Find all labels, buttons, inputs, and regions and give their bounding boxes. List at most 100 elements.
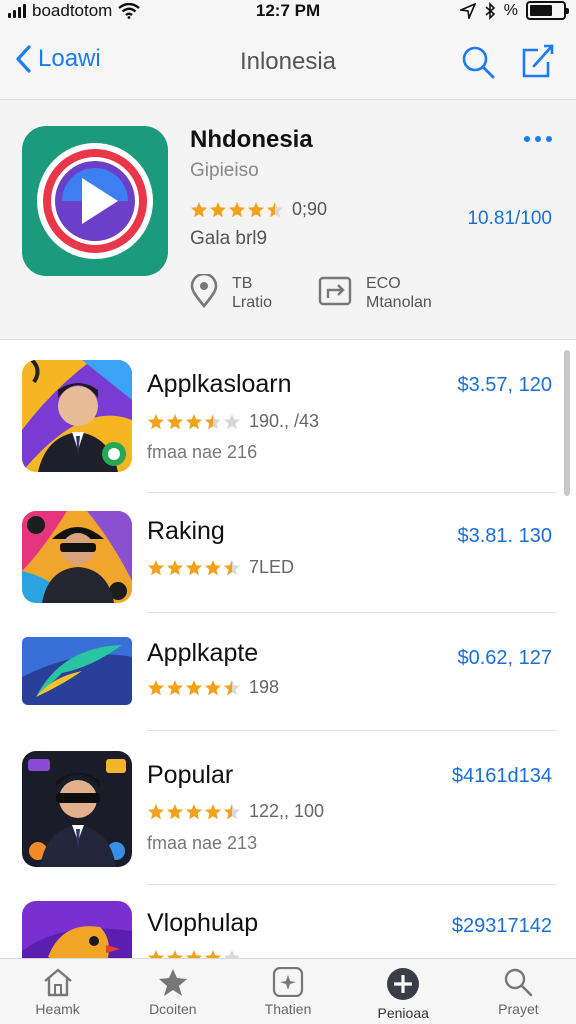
portrait-dark-app-icon[interactable]	[22, 751, 132, 867]
star-icon	[210, 201, 226, 217]
sunglasses-app-icon[interactable]	[22, 511, 132, 603]
star-icon	[186, 950, 202, 958]
app-price[interactable]: $3.57, 120	[457, 374, 552, 397]
tab-label: Prayet	[498, 1001, 539, 1017]
app-rating	[147, 949, 241, 958]
more-dot-icon	[524, 136, 530, 142]
star-icon	[148, 950, 164, 958]
portrait-app-icon[interactable]	[22, 360, 132, 472]
location-pin-icon	[190, 274, 218, 308]
plus-circle-icon	[387, 968, 420, 1000]
star-icon	[167, 803, 183, 819]
info-item-location[interactable]: TB Lratio	[190, 274, 272, 312]
status-bar: boadtotom 12:7 PM %	[0, 0, 576, 24]
search-icon	[462, 46, 495, 79]
star-icon	[205, 413, 221, 429]
star-icon	[148, 413, 164, 429]
star-icon	[205, 559, 221, 575]
star-icon	[224, 803, 240, 819]
tab-label: Thatien	[264, 1001, 312, 1017]
star-icon	[224, 413, 240, 429]
star-icon	[205, 950, 221, 958]
featured-price[interactable]: 10.81/100	[467, 208, 552, 230]
list-item[interactable]: Vlophulap $29317142	[0, 885, 576, 958]
info-line2: Lratio	[232, 294, 273, 311]
status-right: %	[459, 1, 569, 20]
rating-count: 198	[249, 677, 280, 697]
star-icon	[267, 201, 283, 217]
app-name: Vlophulap	[147, 909, 259, 937]
list-item[interactable]: Popular 122,, 100 fmaa nae 213 $4161d134	[0, 731, 576, 885]
star-icon	[224, 950, 240, 958]
star-icon	[186, 803, 202, 819]
more-dot-icon	[535, 136, 541, 142]
search-icon	[505, 968, 533, 997]
star-icon	[167, 559, 183, 575]
tab-home[interactable]: Heamk	[0, 959, 115, 1024]
list-item[interactable]: Applkasloarn 190., /43 fmaa nae 216 $3.5…	[0, 340, 576, 493]
compose-icon	[522, 44, 554, 78]
star-icon	[186, 413, 202, 429]
search-button[interactable]	[460, 44, 496, 85]
bird-app-icon[interactable]	[22, 901, 132, 958]
tab-bar: Heamk Dcoiten Thatien Penioaa Prayet	[0, 958, 576, 1024]
swoosh-app-icon[interactable]	[22, 637, 132, 705]
battery-icon	[526, 1, 569, 20]
app-rating: 198	[147, 677, 279, 698]
featured-app-subtitle: Gipieiso	[190, 160, 259, 181]
percent-glyph: %	[503, 1, 518, 19]
compose-button[interactable]	[518, 42, 556, 85]
featured-app-icon[interactable]	[22, 126, 168, 276]
tab-label: Heamk	[35, 1001, 80, 1017]
tab-apps[interactable]: Thatien	[230, 959, 345, 1024]
star-icon	[148, 679, 164, 695]
share-screen-icon	[318, 276, 352, 306]
info-item-share[interactable]: ECO Mtanolan	[318, 274, 432, 312]
star-icon	[224, 559, 240, 575]
star-icon	[167, 950, 183, 958]
app-price[interactable]: $0.62, 127	[457, 647, 552, 670]
play-icon	[37, 143, 153, 259]
app-name: Raking	[147, 517, 225, 545]
sparkle-icon	[272, 967, 304, 997]
more-options-button[interactable]	[524, 128, 552, 150]
nav-bar: Loawi Inlonesia	[0, 24, 576, 100]
rating-count: 7LED	[249, 557, 295, 577]
app-name: Applkapte	[147, 639, 259, 667]
tab-search[interactable]: Prayet	[461, 959, 576, 1024]
list-item[interactable]: Applkapte 198 $0.62, 127	[0, 613, 576, 731]
star-rating	[190, 201, 284, 219]
featured-rating-count: 0;90	[292, 199, 328, 219]
star-icon	[205, 679, 221, 695]
list-item[interactable]: Raking 7LED $3.81. 130	[0, 493, 576, 613]
app-list[interactable]: Applkasloarn 190., /43 fmaa nae 216 $3.5…	[0, 340, 576, 958]
star-icon	[205, 803, 221, 819]
info-line1: TB	[232, 275, 253, 292]
tab-label: Dcoiten	[149, 1001, 197, 1017]
location-arrow-icon	[459, 2, 476, 19]
bluetooth-icon	[485, 1, 495, 20]
app-price[interactable]: $3.81. 130	[457, 525, 552, 548]
star-icon	[148, 803, 164, 819]
info-text: ECO Mtanolan	[366, 274, 432, 312]
app-price[interactable]: $4161d134	[452, 765, 552, 788]
tab-featured[interactable]: Dcoiten	[115, 959, 230, 1024]
app-rating: 122,, 100	[147, 801, 324, 822]
featured-app-meta: Gala brl9	[190, 228, 268, 249]
star-icon	[167, 679, 183, 695]
star-icon	[191, 201, 207, 217]
app-rating: 7LED	[147, 557, 294, 578]
info-line1: ECO	[366, 275, 401, 292]
scrollbar[interactable]	[564, 350, 570, 496]
app-meta: fmaa nae 216	[147, 442, 258, 462]
app-name: Applkasloarn	[147, 370, 292, 398]
star-icon	[248, 201, 264, 217]
featured-rating: 0;90	[190, 199, 327, 220]
rating-count: 190., /43	[249, 411, 320, 431]
star-icon	[186, 559, 202, 575]
battery-level	[530, 5, 553, 16]
home-icon	[43, 968, 72, 997]
tab-updates[interactable]: Penioaa	[346, 959, 461, 1024]
app-price[interactable]: $29317142	[452, 915, 552, 938]
tab-label: Penioaa	[377, 1005, 429, 1021]
